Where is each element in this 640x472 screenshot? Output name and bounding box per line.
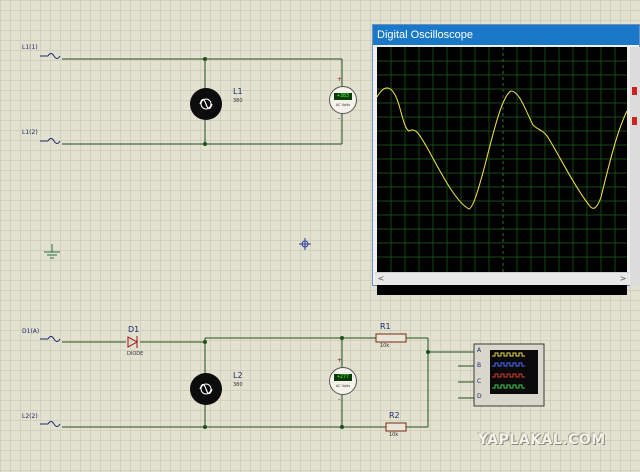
terminal-label-l1-1: L1(1)	[22, 44, 38, 51]
diode-d1[interactable]	[127, 336, 139, 348]
resistor-r2-label: R2	[389, 411, 400, 420]
terminal-label-l1-2: L1(2)	[22, 129, 38, 136]
resistor-r2[interactable]	[385, 422, 407, 432]
junction-dot	[203, 57, 207, 61]
oscilloscope-display	[376, 47, 628, 272]
scope-channel-d: D	[477, 393, 482, 400]
resistor-r1-value: 10k	[380, 343, 390, 349]
scope-instrument[interactable]	[473, 343, 545, 407]
oscilloscope-scrollbar[interactable]: < >	[375, 272, 629, 285]
terminal-label-d1-a: D1(A)	[22, 328, 40, 335]
voltmeter-bottom-reading: +277	[334, 374, 352, 381]
voltmeter-top-plus: +	[337, 76, 343, 83]
voltmeter-bottom-minus: -	[338, 396, 341, 403]
crosshair-icon	[299, 238, 311, 250]
watermark-text: YAPLAKAL.COM	[478, 432, 606, 448]
lamp-l1-value: 380	[233, 98, 243, 104]
terminal-l2-2[interactable]	[40, 421, 61, 427]
voltmeter-bottom-plus: +	[337, 357, 343, 364]
oscilloscope-window[interactable]: Digital Oscilloscope < >	[372, 24, 640, 295]
voltmeter-top-unit: AC Volts	[335, 103, 351, 107]
lamp-l1-label: L1	[233, 87, 243, 96]
junction-dot	[203, 340, 207, 344]
oscilloscope-screen	[376, 47, 628, 295]
ground-icon[interactable]	[44, 244, 60, 259]
scope-grid	[377, 47, 627, 272]
resistor-r2-value: 10k	[389, 432, 399, 438]
scope-channel-b: B	[477, 362, 482, 369]
voltmeter-bottom-unit: AC Volts	[335, 384, 351, 388]
lamp-l2-label: L2	[233, 371, 243, 380]
control-marker-icon[interactable]	[632, 87, 637, 95]
oscilloscope-titlebar[interactable]: Digital Oscilloscope	[373, 25, 639, 45]
lamp-l2[interactable]	[190, 373, 222, 405]
oscilloscope-title: Digital Oscilloscope	[377, 29, 473, 41]
scope-channel-c: C	[477, 378, 482, 385]
junction-dot	[203, 142, 207, 146]
scroll-left-arrow[interactable]: <	[375, 273, 387, 285]
voltmeter-top-minus: -	[338, 115, 341, 122]
lamp-l2-value: 380	[233, 382, 243, 388]
resistor-r1-label: R1	[380, 322, 391, 331]
terminal-d1-a[interactable]	[40, 336, 61, 342]
control-marker-icon[interactable]	[632, 117, 637, 125]
voltmeter-top[interactable]: +383 AC Volts	[329, 86, 357, 114]
terminal-l1-1[interactable]	[40, 53, 61, 59]
oscilloscope-control-panel[interactable]	[630, 47, 640, 287]
scroll-right-arrow[interactable]: >	[617, 273, 629, 285]
junction-dot	[203, 425, 207, 429]
voltmeter-bottom[interactable]: +277 AC Volts	[329, 367, 357, 395]
diode-d1-value: DIODE	[127, 351, 144, 357]
bottom-circuit-wires	[62, 337, 474, 428]
junction-dot	[426, 350, 430, 354]
terminal-label-l2-2: L2(2)	[22, 413, 38, 420]
scope-channel-a: A	[477, 347, 482, 354]
voltmeter-top-reading: +383	[334, 93, 352, 100]
terminal-l1-2[interactable]	[40, 138, 61, 144]
resistor-r1[interactable]	[375, 333, 407, 343]
diode-d1-label: D1	[128, 325, 140, 334]
junction-dot	[340, 336, 344, 340]
scope-trace	[376, 87, 628, 210]
lamp-l1[interactable]	[190, 88, 222, 120]
junction-dot	[340, 425, 344, 429]
